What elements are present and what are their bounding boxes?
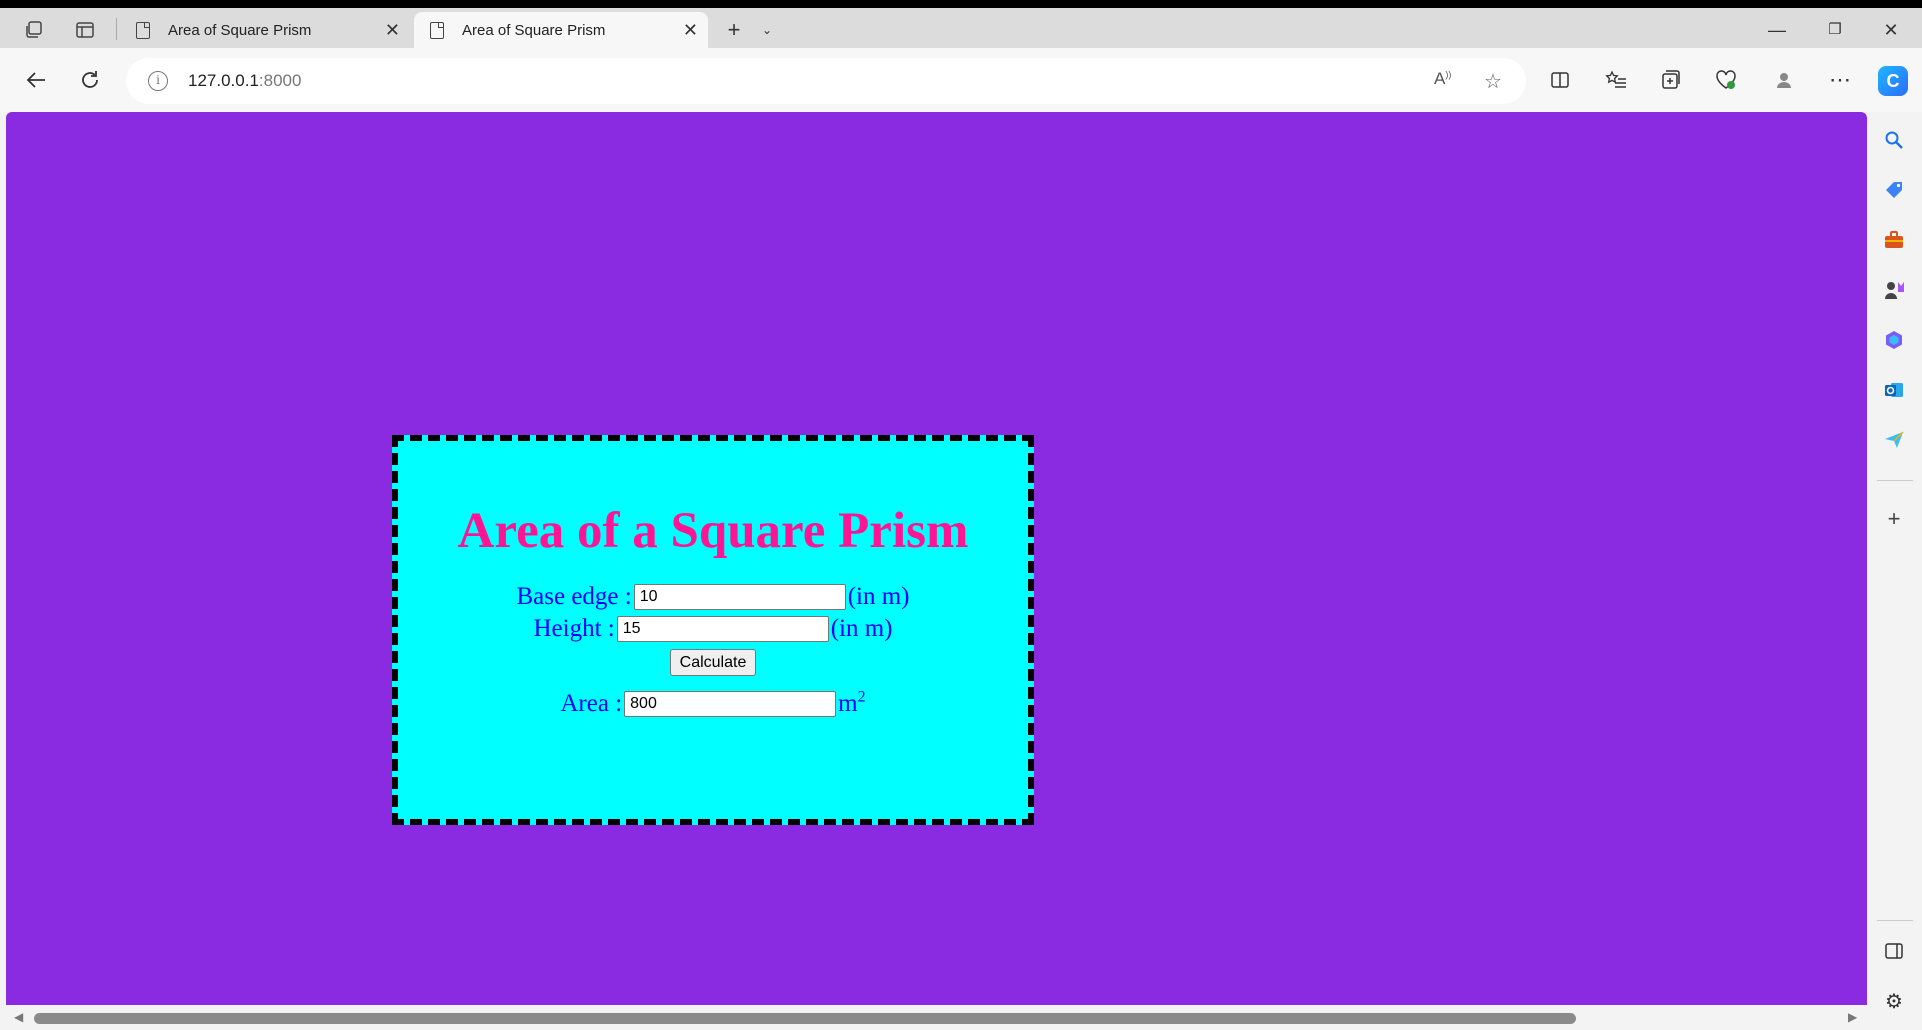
height-row: Height : (in m) [398,613,1028,645]
vertical-tabs-icon[interactable] [71,16,99,44]
add-sidebar-app-icon[interactable]: + [1881,506,1907,532]
read-aloud-icon[interactable]: A)) [1434,69,1451,89]
star-icon[interactable]: ☆ [1484,69,1502,94]
profile-icon[interactable] [1768,64,1800,96]
close-tab-icon[interactable]: ✕ [385,20,400,41]
page-title: Area of a Square Prism [457,503,969,559]
window-close-icon[interactable]: ✕ [1876,20,1906,41]
outlook-icon[interactable] [1881,377,1907,403]
split-screen-icon[interactable] [1544,64,1576,96]
restore-icon[interactable]: ❐ [1820,20,1850,38]
height-label: Height : [533,615,615,642]
area-row: Area : m2 [398,688,1028,720]
shopping-tag-icon[interactable] [1881,177,1907,203]
sidebar-toggle-icon[interactable] [1881,938,1907,964]
page-icon [430,21,444,39]
info-icon[interactable]: i [148,71,168,91]
page-icon [136,21,150,39]
scroll-right-icon[interactable]: ▶ [1848,1010,1857,1024]
navigation-bar: i 127.0.0.1:8000 A)) ☆ ⋯ [0,48,1922,112]
button-row: Calculate [398,649,1028,676]
chevron-down-icon[interactable]: ⌄ [753,16,781,44]
refresh-icon[interactable] [74,64,106,96]
horizontal-scrollbar[interactable]: ◀ ▶ [6,1005,1867,1030]
more-icon[interactable]: ⋯ [1824,64,1856,96]
area-output[interactable] [624,691,837,717]
height-unit: (in m) [830,615,893,642]
height-input[interactable] [616,616,829,642]
favorites-icon[interactable] [1600,64,1632,96]
microsoft-365-icon[interactable] [1881,327,1907,353]
base-edge-row: Base edge : (in m) [398,581,1028,613]
window-top-edge [0,0,1922,8]
search-icon[interactable] [1881,127,1907,153]
tab-inactive[interactable]: Area of Square Prism ✕ [120,12,410,48]
tab-separator [116,18,117,40]
sidebar-separator [1877,480,1913,481]
tab-title: Area of Square Prism [462,21,606,39]
area-label: Area : [560,690,623,717]
page-viewport: Area of a Square Prism Base edge : (in m… [6,112,1867,1005]
tab-active[interactable]: Area of Square Prism ✕ [414,12,708,48]
area-unit: m2 [838,688,866,717]
url-text[interactable]: 127.0.0.1:8000 [188,71,301,91]
back-arrow-icon[interactable] [20,64,52,96]
address-bar[interactable]: i 127.0.0.1:8000 A)) ☆ [126,58,1526,104]
browser-essentials-icon[interactable] [1710,64,1742,96]
minimize-icon[interactable]: — [1762,20,1792,41]
tab-strip: Area of Square Prism ✕ Area of Square Pr… [0,8,1922,48]
scrollbar-thumb[interactable] [34,1013,1576,1024]
send-icon[interactable] [1881,427,1907,453]
gear-icon[interactable]: ⚙ [1881,988,1907,1014]
games-icon[interactable] [1881,277,1907,303]
close-tab-icon[interactable]: ✕ [683,20,698,41]
base-edge-input[interactable] [633,584,846,610]
base-edge-label: Base edge : [516,583,632,610]
edge-sidebar: + ⚙ [1867,112,1922,1030]
tools-icon[interactable] [1881,227,1907,253]
copilot-icon[interactable]: C [1878,66,1908,96]
tab-actions-icon[interactable] [20,16,48,44]
scroll-left-icon[interactable]: ◀ [14,1010,23,1024]
calculate-button[interactable]: Calculate [669,649,757,676]
base-edge-unit: (in m) [847,583,910,610]
collections-icon[interactable] [1655,64,1687,96]
tab-title: Area of Square Prism [168,21,312,39]
plus-icon[interactable]: + [720,16,748,44]
calculator-card: Area of a Square Prism Base edge : (in m… [392,435,1034,825]
sidebar-separator [1877,920,1913,921]
